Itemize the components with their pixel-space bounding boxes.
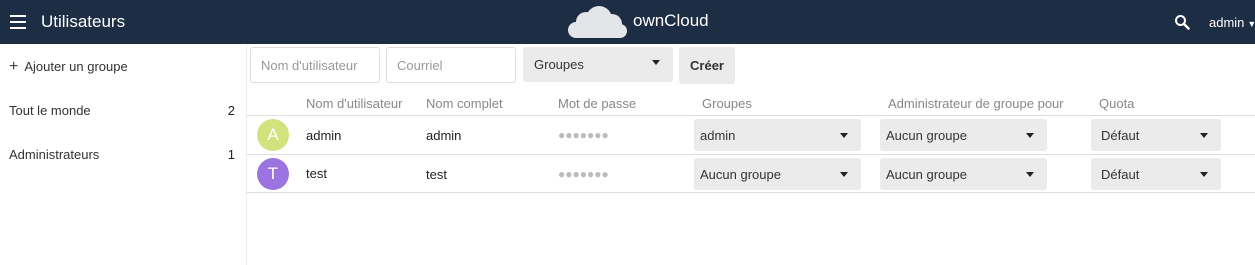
quota-value: Défaut (1101, 128, 1140, 143)
chevron-down-icon: ▼ (1247, 19, 1255, 29)
sidebar-item-everyone[interactable]: Tout le monde 2 (0, 90, 246, 130)
subadmin-dropdown[interactable]: Aucun groupe (880, 158, 1047, 190)
hamburger-menu-icon[interactable] (10, 15, 26, 29)
user-menu[interactable]: admin ▼ (1209, 15, 1255, 30)
user-name: admin (1209, 15, 1245, 30)
password-cell[interactable]: ●●●●●●● (558, 167, 609, 181)
quota-dropdown[interactable]: Défaut (1091, 119, 1221, 151)
subadmin-value: Aucun groupe (886, 128, 967, 143)
username-input[interactable] (250, 47, 380, 83)
owncloud-logo-icon[interactable] (566, 4, 628, 40)
caret-down-icon (1200, 133, 1208, 138)
caret-down-icon (1026, 133, 1034, 138)
groups-value: Aucun groupe (700, 167, 781, 182)
add-group-label: Ajouter un groupe (24, 59, 128, 74)
app-title[interactable]: Utilisateurs (41, 12, 125, 32)
table-row: A admin admin ●●●●●●● admin Aucun groupe… (247, 115, 1255, 154)
header-password: Mot de passe (558, 96, 637, 111)
groups-select[interactable]: Groupes (523, 47, 673, 82)
header-fullname[interactable]: Nom complet (426, 96, 503, 111)
groups-dropdown[interactable]: admin (694, 119, 861, 151)
fullname-cell[interactable]: admin (426, 128, 461, 143)
groups-value: admin (700, 128, 736, 143)
subadmin-value: Aucun groupe (886, 167, 967, 182)
quota-value: Défaut (1101, 167, 1140, 182)
groups-select-label: Groupes (534, 57, 584, 72)
header-subadmin: Administrateur de groupe pour (888, 96, 1064, 111)
header-quota: Quota (1099, 96, 1135, 111)
group-count: 2 (227, 103, 235, 118)
avatar: T (257, 158, 289, 190)
password-cell[interactable]: ●●●●●●● (558, 128, 609, 142)
caret-down-icon (1026, 172, 1034, 177)
group-label: Administrateurs (9, 147, 100, 162)
caret-down-icon (840, 133, 848, 138)
subadmin-dropdown[interactable]: Aucun groupe (880, 119, 1047, 151)
username-cell: test (306, 166, 327, 181)
search-icon[interactable] (1174, 14, 1190, 30)
plus-icon: + (9, 58, 19, 75)
quota-dropdown[interactable]: Défaut (1091, 158, 1221, 190)
group-count: 1 (227, 147, 235, 162)
header-username[interactable]: Nom d'utilisateur (306, 96, 402, 111)
caret-down-icon (840, 172, 848, 177)
caret-down-icon (1200, 172, 1208, 177)
groups-dropdown[interactable]: Aucun groupe (694, 158, 861, 190)
top-header: Utilisateurs ownCloud admin ▼ (0, 0, 1255, 44)
email-input[interactable] (386, 47, 516, 83)
group-label: Tout le monde (9, 103, 91, 118)
add-group-button[interactable]: + Ajouter un groupe (9, 58, 128, 76)
caret-down-icon (652, 60, 660, 65)
brand-name: ownCloud (633, 11, 709, 30)
create-user-button[interactable]: Créer (679, 47, 735, 84)
groups-sidebar: + Ajouter un groupe Tout le monde 2 Admin… (0, 44, 247, 265)
avatar: A (257, 119, 289, 151)
fullname-cell[interactable]: test (426, 167, 447, 182)
header-groups: Groupes (702, 96, 752, 111)
sidebar-item-admins[interactable]: Administrateurs 1 (0, 134, 246, 174)
table-row: T test test ●●●●●●● Aucun groupe Aucun g… (247, 154, 1255, 193)
username-cell: admin (306, 128, 342, 143)
